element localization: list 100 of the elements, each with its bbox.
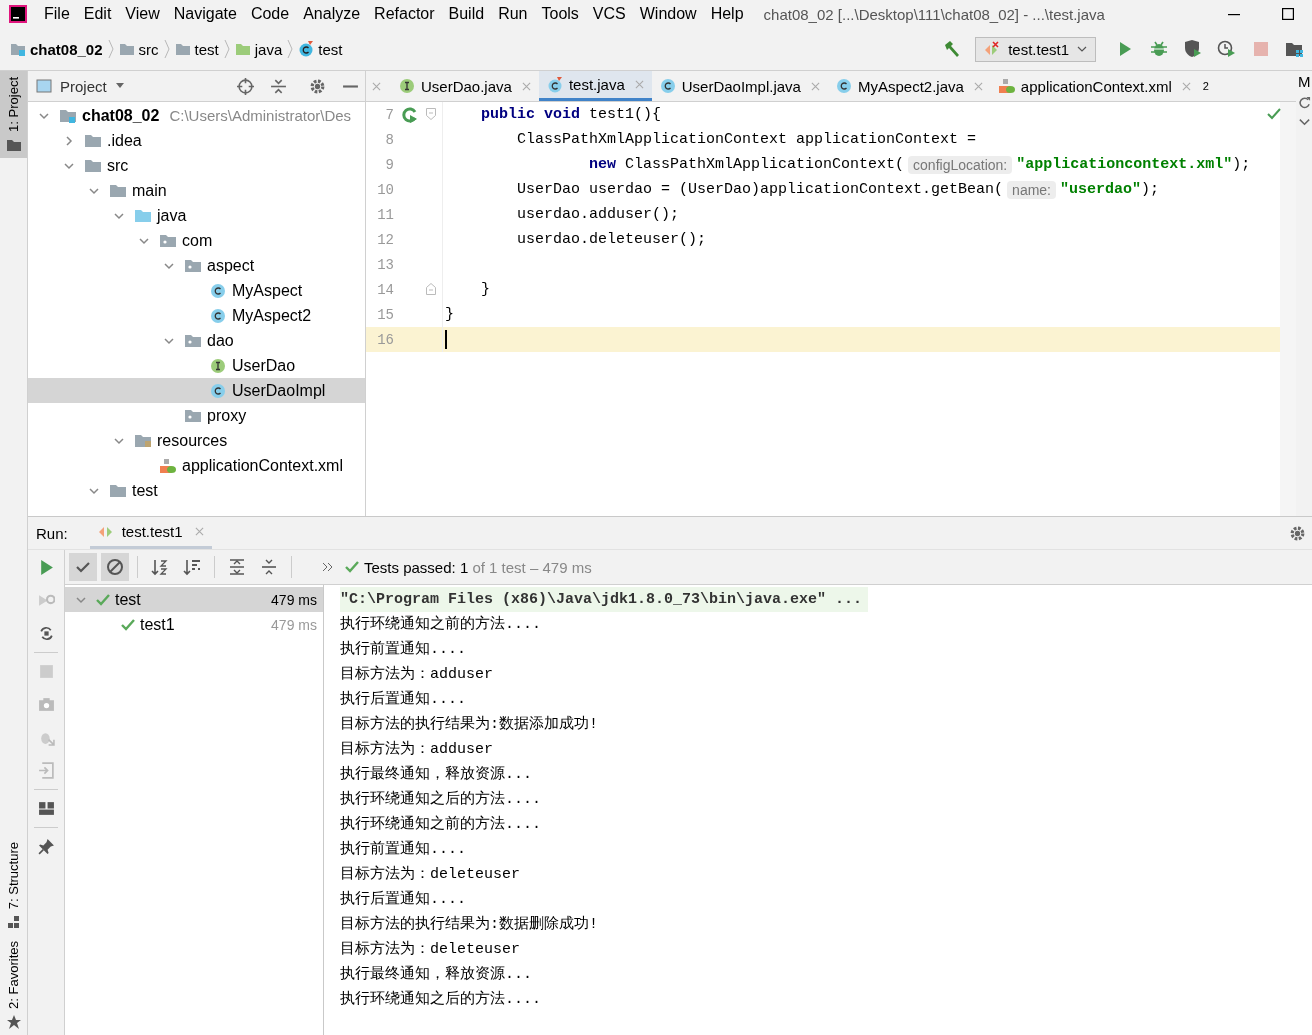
- editor-tab[interactable]: UserDaoImpl.java: [651, 71, 828, 101]
- camera-icon[interactable]: [37, 696, 55, 713]
- tree-item[interactable]: com: [28, 228, 365, 253]
- chevron-separator-icon: [287, 39, 294, 59]
- tree-item-label: applicationContext.xml: [182, 456, 343, 475]
- tree-item[interactable]: applicationContext.xml: [28, 453, 365, 478]
- tree-item[interactable]: MyAspect2: [28, 303, 365, 328]
- menu-item[interactable]: VCS: [592, 5, 626, 23]
- project-view-selector[interactable]: Project: [36, 77, 125, 95]
- menu-item[interactable]: Tools: [541, 5, 579, 23]
- test-tree-item[interactable]: test1 479 ms: [65, 612, 323, 637]
- app-logo-icon: [8, 4, 28, 24]
- console-line: 执行后置通知....: [340, 689, 467, 710]
- refresh-icon[interactable]: [1297, 96, 1311, 109]
- editor-tab[interactable]: UserDao.java: [391, 71, 539, 101]
- locate-icon[interactable]: [237, 77, 254, 95]
- close-icon[interactable]: [521, 81, 531, 91]
- tab-overflow-button[interactable]: 2: [1198, 71, 1213, 101]
- console-line: 目标方法为：adduser: [340, 664, 494, 685]
- maximize-icon[interactable]: [1282, 8, 1294, 20]
- menu-item[interactable]: Window: [639, 5, 697, 23]
- bug-icon[interactable]: [1149, 39, 1169, 59]
- close-icon[interactable]: [634, 80, 644, 89]
- run-tab[interactable]: test.test1: [89, 517, 212, 549]
- tree-item[interactable]: proxy: [28, 403, 365, 428]
- class-icon: [298, 41, 315, 57]
- console-line: 执行最终通知，释放资源...: [340, 964, 533, 985]
- breadcrumb[interactable]: test: [174, 40, 219, 58]
- menu-item[interactable]: Run: [498, 5, 528, 23]
- chevron-right-icon[interactable]: [63, 134, 75, 147]
- close-icon[interactable]: [810, 81, 820, 91]
- menu-item[interactable]: Code: [250, 5, 290, 23]
- close-icon[interactable]: [372, 81, 381, 91]
- settings-icon[interactable]: [1289, 524, 1306, 542]
- test-tree-item[interactable]: test 479 ms: [65, 587, 323, 612]
- tree-item-label: dao: [207, 331, 234, 350]
- tree-item[interactable]: src: [28, 153, 365, 178]
- clock-run-icon[interactable]: [1217, 39, 1237, 59]
- editor-tab[interactable]: test.java: [538, 71, 652, 101]
- tree-item[interactable]: dao: [28, 328, 365, 353]
- editor-tab[interactable]: MyAspect2.java: [827, 71, 991, 101]
- fold-icon[interactable]: [426, 283, 436, 295]
- tree-item-label: UserDao: [232, 356, 296, 375]
- collapse-all-icon[interactable]: [270, 77, 287, 95]
- settings-icon[interactable]: [309, 77, 326, 95]
- tool-window-tab[interactable]: 1: Project: [0, 71, 27, 158]
- class-icon: [210, 282, 226, 299]
- show-passed-toggle[interactable]: [69, 553, 97, 581]
- source-folder-icon: [135, 207, 151, 224]
- menu-item[interactable]: View: [125, 5, 160, 23]
- tree-item[interactable]: main: [28, 178, 365, 203]
- more-icon[interactable]: [322, 562, 334, 572]
- shield-run-icon[interactable]: [1183, 39, 1203, 59]
- menu-item[interactable]: Edit: [83, 5, 112, 23]
- tree-item[interactable]: MyAspect: [28, 278, 365, 303]
- tool-window-tab[interactable]: 7: Structure: [0, 835, 27, 936]
- editor-tab[interactable]: applicationContext.xml: [990, 71, 1199, 101]
- fold-icon[interactable]: [426, 108, 436, 120]
- menu-item[interactable]: Build: [448, 5, 485, 23]
- tree-item[interactable]: UserDao: [28, 353, 365, 378]
- menu-item[interactable]: Help: [710, 5, 744, 23]
- tree-item[interactable]: resources: [28, 428, 365, 453]
- menu-item[interactable]: Refactor: [374, 5, 435, 23]
- package-folder-icon: [160, 232, 176, 249]
- close-icon[interactable]: [194, 527, 204, 536]
- layout-icon[interactable]: [37, 800, 55, 817]
- line-number: 9: [384, 156, 394, 173]
- close-icon[interactable]: [973, 81, 983, 91]
- breadcrumb[interactable]: test: [298, 40, 343, 58]
- tree-item-label: resources: [157, 431, 228, 450]
- tab-label: MyAspect2.java: [857, 77, 964, 95]
- breadcrumb[interactable]: chat08_02: [10, 40, 103, 58]
- line-number: 11: [376, 206, 394, 223]
- tree-item-label: chat08_02: [82, 106, 160, 125]
- package-folder-icon: [185, 332, 201, 349]
- folder-icon: [118, 41, 135, 57]
- breadcrumb[interactable]: src: [118, 40, 159, 58]
- menu-item[interactable]: Navigate: [173, 5, 237, 23]
- pin-icon[interactable]: [37, 838, 55, 855]
- tree-item[interactable]: chat08_02 C:\Users\Administrator\Des: [28, 103, 365, 128]
- console-line: 执行最终通知，释放资源...: [340, 764, 533, 785]
- close-icon[interactable]: [1181, 81, 1191, 91]
- tree-item[interactable]: aspect: [28, 253, 365, 278]
- folder-icon: [110, 182, 126, 199]
- tree-item-label: MyAspect2: [232, 306, 312, 325]
- console-command: "C:\Program Files (x86)\Java\jdk1.8.0_73\bin\java.exe" ...: [340, 587, 869, 612]
- menu-item[interactable]: Analyze: [303, 5, 361, 23]
- tree-item[interactable]: .idea: [28, 128, 365, 153]
- tree-item[interactable]: java: [28, 203, 365, 228]
- run-test-icon[interactable]: [402, 106, 418, 123]
- junit-icon: [984, 41, 1001, 57]
- tool-window-tab[interactable]: 2: Favorites: [0, 935, 27, 1035]
- tree-item-label: UserDaoImpl: [232, 381, 326, 400]
- show-ignored-toggle[interactable]: [101, 553, 129, 581]
- menu-item[interactable]: File: [44, 5, 70, 23]
- tree-item[interactable]: test: [28, 478, 365, 503]
- tool-window-tab[interactable]: M: [1298, 73, 1310, 90]
- run-config-dropdown[interactable]: test.test1: [975, 36, 1096, 62]
- tree-item[interactable]: UserDaoImpl: [28, 378, 365, 403]
- breadcrumb[interactable]: java: [234, 40, 283, 58]
